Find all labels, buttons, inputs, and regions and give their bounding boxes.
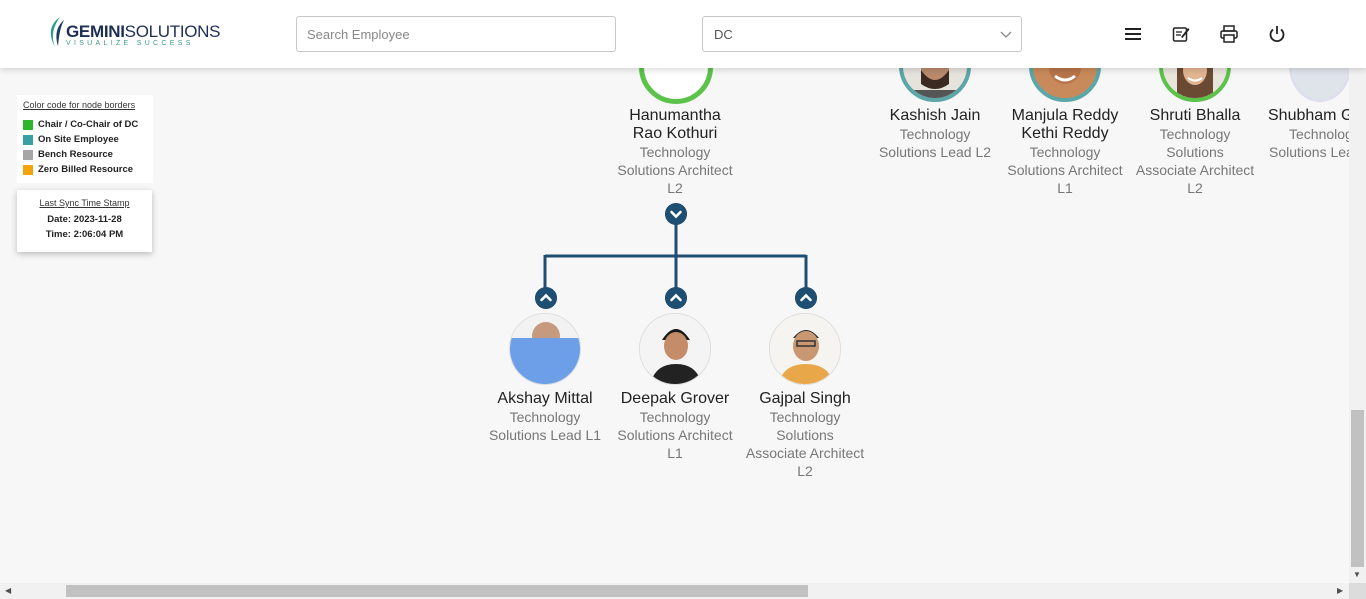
node-role-line: Technolog <box>1289 126 1350 142</box>
avatar[interactable] <box>639 313 711 385</box>
print-icon[interactable] <box>1219 24 1239 44</box>
collapse-chevron-down-icon[interactable] <box>665 203 687 225</box>
node-role-line: Solutions Lead L1 <box>488 427 602 443</box>
node-role-line: Solutions Architect <box>617 162 733 178</box>
node-name-line: Manjula Reddy <box>1011 107 1119 124</box>
node-name: Gajpal Singh <box>759 390 851 407</box>
node-role: Technolog Solutions Lea <box>1269 125 1350 161</box>
node-role-line: Solutions <box>776 427 834 443</box>
node-role: Technology Solutions Lead L2 <box>865 125 1005 161</box>
menu-icon[interactable] <box>1123 24 1143 44</box>
node-role-line: Solutions Lead L2 <box>878 144 992 160</box>
node-role-line: Technology <box>639 409 711 425</box>
expand-chevron-up-icon[interactable] <box>795 287 817 309</box>
node-role-line: Technology <box>1159 126 1231 142</box>
node-role-line: L2 <box>797 463 813 479</box>
brand-name: GEMINISOLUTIONS <box>66 22 221 41</box>
scroll-down-arrow-icon[interactable]: ▼ <box>1353 570 1361 579</box>
dc-select-value: DC <box>714 27 733 42</box>
node-role-line: Technology <box>639 144 711 160</box>
person-photo-icon <box>510 314 580 384</box>
expand-chevron-up-icon[interactable] <box>535 287 557 309</box>
leaf-logo-icon <box>50 17 64 47</box>
node-role: Technology Solutions Associate Architect… <box>735 408 875 480</box>
brand-tagline: VISUALIZE SUCCESS <box>66 40 194 47</box>
node-role: Technology Solutions Architect L1 <box>995 143 1135 197</box>
scroll-right-arrow-icon[interactable]: ▶ <box>1337 586 1343 595</box>
node-role-line: Associate Architect <box>1135 162 1255 178</box>
company-logo[interactable]: GEMINISOLUTIONS VISUALIZE SUCCESS <box>46 16 221 52</box>
node-role-line: Solutions Architect <box>617 427 733 443</box>
node-role: Technology Solutions Associate Architect… <box>1125 125 1265 197</box>
node-name-line: Rao Kothuri <box>632 125 718 142</box>
node-role: Technology Solutions Architect L1 <box>605 408 745 462</box>
node-role: Technology Solutions Lead L1 <box>475 408 615 444</box>
node-role-line: Solutions Lea <box>1269 144 1350 160</box>
node-role-line: Technology <box>509 409 581 425</box>
node-role-line: Solutions <box>1166 144 1224 160</box>
node-role-line: L2 <box>1187 180 1203 196</box>
top-header: GEMINISOLUTIONS VISUALIZE SUCCESS DC <box>0 0 1366 68</box>
scroll-left-arrow-icon[interactable]: ◀ <box>5 586 11 595</box>
avatar[interactable] <box>769 313 841 385</box>
node-name: Kashish Jain <box>889 107 981 124</box>
node-role-line: Technology <box>769 409 841 425</box>
vertical-scrollbar-thumb[interactable] <box>1351 410 1364 567</box>
expand-chevron-up-icon[interactable] <box>665 287 687 309</box>
person-photo-icon <box>770 314 840 384</box>
node-name-line: Kethi Reddy <box>1021 125 1109 142</box>
node-name: Shruti Bhalla <box>1149 107 1241 124</box>
node-role-line: L1 <box>667 445 683 461</box>
node-name: Manjula Reddy Kethi Reddy <box>995 107 1135 143</box>
chevron-down-icon <box>1000 31 1012 38</box>
node-name: Deepak Grover <box>620 390 730 407</box>
node-name-line: Hanumantha <box>629 107 721 124</box>
node-role: Technology Solutions Architect L2 <box>605 143 745 197</box>
power-icon[interactable] <box>1267 24 1287 44</box>
horizontal-scrollbar-thumb[interactable] <box>66 585 808 597</box>
node-role-line: Technology <box>1029 144 1101 160</box>
search-employee-input[interactable] <box>296 16 616 52</box>
person-photo-icon <box>640 314 710 384</box>
node-role-line: L1 <box>1057 180 1073 196</box>
node-role-line: Technology <box>899 126 971 142</box>
scrollbar-corner <box>1349 583 1366 599</box>
node-name: Shubham G <box>1268 107 1350 124</box>
notes-icon[interactable] <box>1171 24 1191 44</box>
avatar[interactable] <box>509 313 581 385</box>
node-name: Akshay Mittal <box>497 390 593 407</box>
node-role-line: Associate Architect <box>745 445 865 461</box>
dc-select[interactable]: DC <box>702 16 1022 52</box>
node-role-line: L2 <box>667 180 683 196</box>
node-role-line: Solutions Architect <box>1007 162 1123 178</box>
node-name: Hanumantha Rao Kothuri <box>605 107 745 143</box>
